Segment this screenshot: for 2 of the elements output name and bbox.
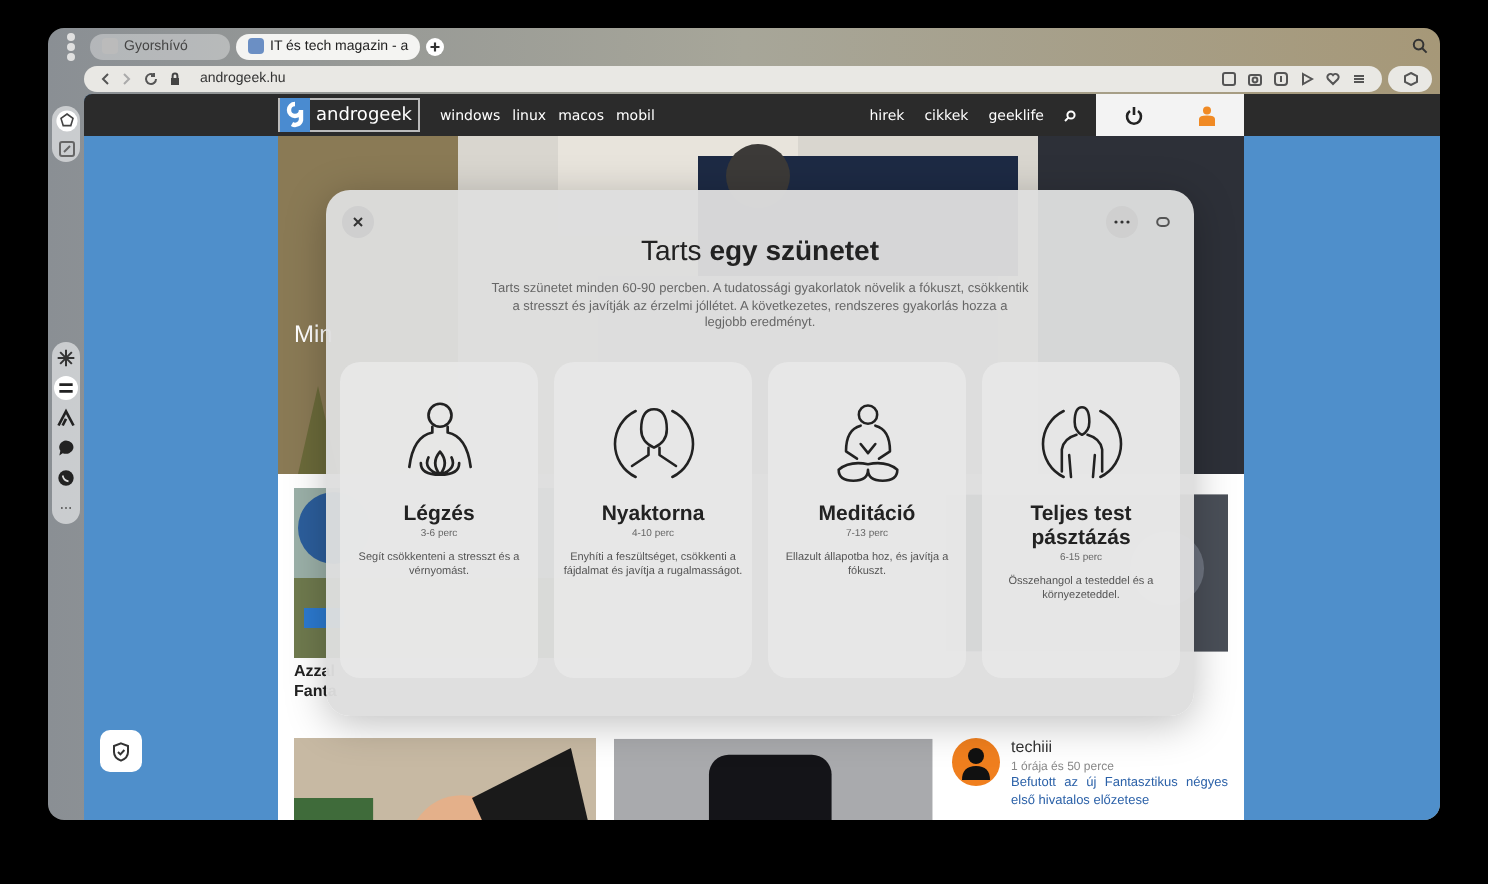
- dialog-title: Tarts egy szünetet: [640, 234, 880, 266]
- comment-author[interactable]: techiii: [1011, 738, 1228, 756]
